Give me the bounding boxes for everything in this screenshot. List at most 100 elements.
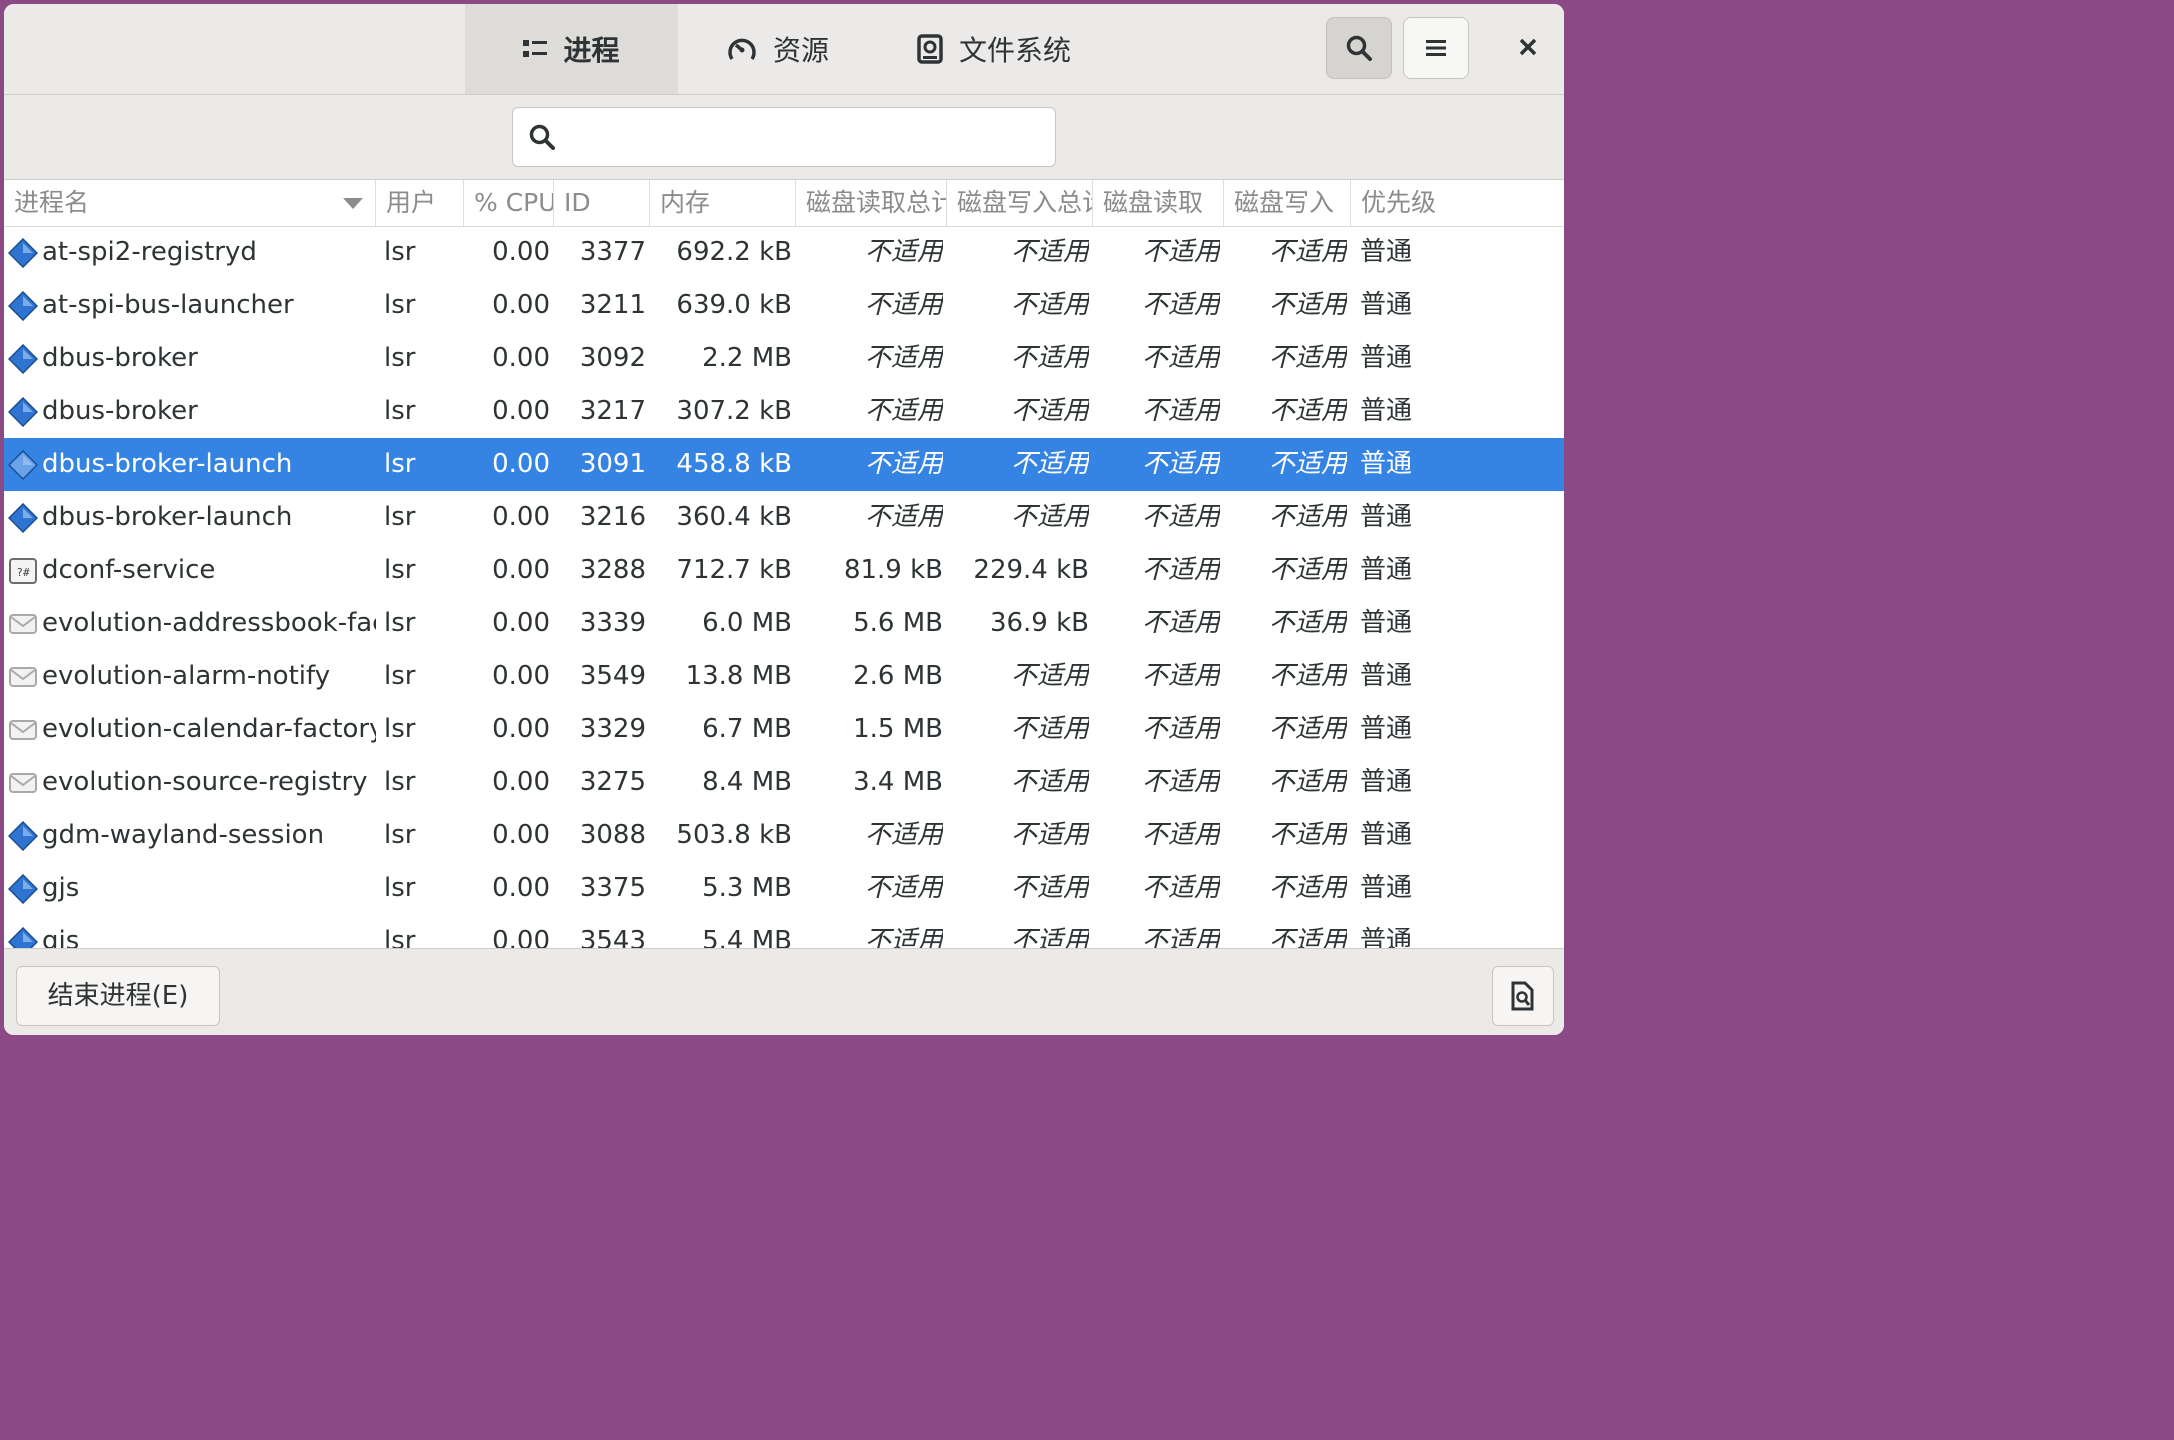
cell-disk-write: 不适用 <box>1268 926 1347 948</box>
column-header-label: 磁盘写入 <box>1234 188 1335 217</box>
cell-name: at-spi2-registryd <box>42 237 257 267</box>
cell-cpu: 0.00 <box>492 767 550 797</box>
cell-id: 3375 <box>579 873 646 903</box>
cell-name: gjs <box>42 873 80 903</box>
bottom-bar: 结束进程(E) <box>4 948 1564 1035</box>
tab-file-systems-label: 文件系统 <box>958 34 1071 67</box>
column-header-id[interactable]: ID <box>554 180 650 226</box>
table-row[interactable]: gjs lsr 0.00 3375 5.3 MB 不适用 不适用 不适用 不适用 普通 <box>4 862 1564 915</box>
cell-priority: 普通 <box>1360 820 1413 850</box>
table-header: 进程名 用户 % CPU ID 内存 磁盘读取总计 磁盘写入总计 磁盘读取 磁盘… <box>4 180 1564 227</box>
cell-user: lsr <box>384 449 416 479</box>
tab-processes[interactable]: 进程 <box>465 4 678 94</box>
column-header-label: 磁盘写入总计 <box>957 188 1093 217</box>
cell-id: 3549 <box>579 661 646 691</box>
cell-priority: 普通 <box>1360 396 1413 426</box>
column-header-priority[interactable]: 优先级 <box>1351 180 1564 226</box>
search-toggle-button[interactable] <box>1326 17 1392 79</box>
table-row[interactable]: evolution-calendar-factory lsr 0.00 3329 6.7… <box>4 703 1564 756</box>
column-header-disk-write-total[interactable]: 磁盘写入总计 <box>947 180 1093 226</box>
menu-button[interactable] <box>1403 17 1469 79</box>
cell-disk-read-total: 不适用 <box>864 396 943 426</box>
table-row[interactable]: at-spi2-registryd lsr 0.00 3377 692.2 kB 不适用 不… <box>4 226 1564 279</box>
column-header-memory[interactable]: 内存 <box>650 180 796 226</box>
cell-disk-write-total: 不适用 <box>1010 820 1089 850</box>
cell-disk-write: 不适用 <box>1268 555 1347 585</box>
search-field[interactable] <box>512 107 1056 167</box>
cell-priority: 普通 <box>1360 449 1413 479</box>
table-row[interactable]: dbus-broker lsr 0.00 3092 2.2 MB 不适用 不适用 不适用 不适用… <box>4 332 1564 385</box>
cell-priority: 普通 <box>1360 873 1413 903</box>
cell-disk-write: 不适用 <box>1268 290 1347 320</box>
cell-id: 3377 <box>579 237 646 267</box>
column-header-label: 内存 <box>660 188 711 217</box>
tab-file-systems[interactable]: 文件系统 <box>894 4 1094 94</box>
cell-cpu: 0.00 <box>492 714 550 744</box>
table-row[interactable]: at-spi-bus-launcher lsr 0.00 3211 639.0 kB 不适… <box>4 279 1564 332</box>
cell-id: 3288 <box>579 555 646 585</box>
column-header-cpu[interactable]: % CPU <box>464 180 554 226</box>
cell-user: lsr <box>384 926 416 948</box>
search-input[interactable] <box>573 116 1037 158</box>
cell-user: lsr <box>384 237 416 267</box>
cell-disk-write: 不适用 <box>1268 714 1347 744</box>
column-header-process-name[interactable]: 进程名 <box>4 180 376 226</box>
hamburger-menu-icon <box>1426 40 1446 56</box>
close-button[interactable] <box>1500 17 1556 77</box>
cell-disk-read-total: 不适用 <box>864 290 943 320</box>
cell-disk-write: 不适用 <box>1268 343 1347 373</box>
cell-mem: 2.2 MB <box>702 343 792 373</box>
table-row[interactable]: evolution-source-registry lsr 0.00 3275 8.4 … <box>4 756 1564 809</box>
end-process-button[interactable]: 结束进程(E) <box>16 966 220 1026</box>
cell-disk-read-total: 不适用 <box>864 873 943 903</box>
cell-disk-read: 不适用 <box>1141 396 1220 426</box>
column-header-disk-write[interactable]: 磁盘写入 <box>1224 180 1351 226</box>
table-row[interactable]: gdm-wayland-session lsr 0.00 3088 503.8 kB 不适… <box>4 809 1564 862</box>
table-row[interactable]: evolution-addressbook-factory lsr 0.00 3339… <box>4 597 1564 650</box>
tab-resources-label: 资源 <box>772 34 829 67</box>
cell-id: 3275 <box>579 767 646 797</box>
table-row[interactable]: gjs lsr 0.00 3543 5.4 MB 不适用 不适用 不适用 不适用 普通 <box>4 915 1564 948</box>
tab-resources[interactable]: 资源 <box>708 4 848 94</box>
cell-disk-write: 不适用 <box>1268 661 1347 691</box>
column-header-disk-read[interactable]: 磁盘读取 <box>1093 180 1224 226</box>
cell-name: dconf-service <box>42 555 216 585</box>
cell-mem: 712.7 kB <box>676 555 792 585</box>
column-header-user[interactable]: 用户 <box>376 180 464 226</box>
cell-priority: 普通 <box>1360 608 1413 638</box>
cell-disk-read-total: 1.5 MB <box>853 714 943 744</box>
process-table[interactable]: at-spi2-registryd lsr 0.00 3377 692.2 kB 不适用不… <box>4 226 1564 948</box>
cell-user: lsr <box>384 608 416 638</box>
cell-name: evolution-alarm-notify <box>42 661 331 691</box>
table-row[interactable]: evolution-alarm-notify lsr 0.00 3549 13.8 MB… <box>4 650 1564 703</box>
cell-cpu: 0.00 <box>492 396 550 426</box>
cell-user: lsr <box>384 820 416 850</box>
column-header-disk-read-total[interactable]: 磁盘读取总计 <box>796 180 947 226</box>
cell-name: dbus-broker-launch <box>42 449 293 479</box>
table-row[interactable]: dbus-broker-launch lsr 0.00 3216 360.4 kB 不适用… <box>4 491 1564 544</box>
cell-priority: 普通 <box>1360 237 1413 267</box>
cell-disk-read: 不适用 <box>1141 608 1220 638</box>
cell-disk-read: 不适用 <box>1141 714 1220 744</box>
cell-disk-write-total: 不适用 <box>1010 926 1089 948</box>
column-header-label: % CPU <box>474 188 554 217</box>
cell-mem: 307.2 kB <box>676 396 792 426</box>
disk-icon <box>917 34 943 64</box>
cell-cpu: 0.00 <box>492 873 550 903</box>
cell-disk-read: 不适用 <box>1141 661 1220 691</box>
cell-user: lsr <box>384 343 416 373</box>
process-properties-button[interactable] <box>1492 966 1554 1026</box>
tab-processes-label: 进程 <box>563 34 620 67</box>
cell-priority: 普通 <box>1360 290 1413 320</box>
cell-id: 3211 <box>579 290 646 320</box>
table-row[interactable]: dbus-broker lsr 0.00 3217 307.2 kB 不适用 不适用 不适用 不… <box>4 385 1564 438</box>
column-header-label: ID <box>564 188 591 217</box>
table-row[interactable]: ?# dconf-service lsr 0.00 3288 712.7 kB 81.9 k… <box>4 544 1564 597</box>
table-row[interactable]: dbus-broker-launch lsr 0.00 3091 458.8 kB 不适用… <box>4 438 1564 491</box>
cell-user: lsr <box>384 767 416 797</box>
search-icon <box>529 124 555 150</box>
column-header-label: 磁盘读取总计 <box>806 188 947 217</box>
cell-mem: 692.2 kB <box>676 237 792 267</box>
cell-id: 3329 <box>579 714 646 744</box>
cell-mem: 5.4 MB <box>702 926 792 948</box>
